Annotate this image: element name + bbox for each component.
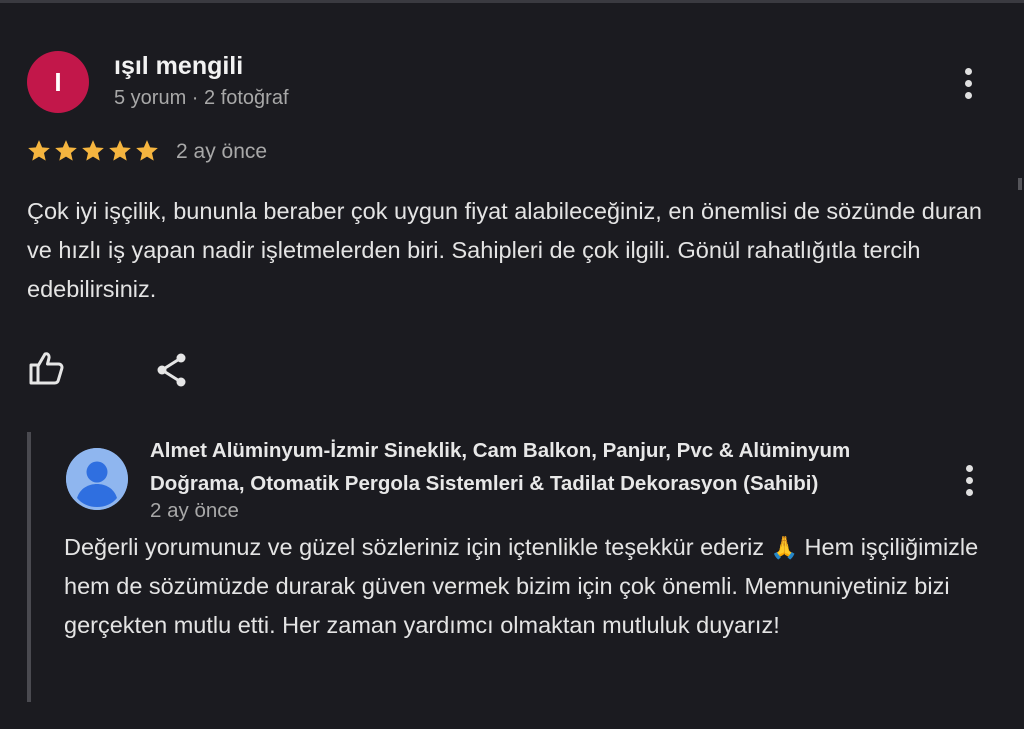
reply-more-button[interactable]	[958, 460, 980, 500]
more-vert-icon	[965, 464, 973, 472]
more-vert-dot	[964, 91, 972, 99]
reply-text-start: Değerli yorumunuz ve güzel sözleriniz iç…	[64, 534, 765, 560]
reply-time: 2 ay önce	[150, 499, 239, 522]
star-icon	[82, 140, 104, 161]
reviewer-avatar[interactable]: I	[27, 51, 89, 113]
review-more-button[interactable]	[957, 63, 979, 103]
more-vert-dot	[965, 488, 973, 496]
star-icon	[109, 140, 131, 161]
owner-reply: Almet Alüminyum-İzmir Sineklik, Cam Balk…	[27, 432, 1001, 702]
reviewer-name[interactable]: ışıl mengili	[114, 52, 243, 81]
more-vert-icon	[964, 67, 972, 75]
scrollbar-thumb[interactable]	[1018, 178, 1022, 190]
thumb-up-icon	[29, 352, 64, 385]
owner-avatar[interactable]	[66, 448, 128, 510]
like-button[interactable]	[27, 348, 67, 388]
praying-hands-emoji: 🙏	[770, 535, 799, 560]
review-time: 2 ay önce	[176, 140, 268, 163]
reviewer-meta: 5 yorum · 2 fotoğraf	[114, 87, 289, 109]
owner-name: Almet Alüminyum-İzmir Sineklik, Cam Balk…	[150, 439, 851, 495]
person-icon	[66, 448, 128, 510]
avatar-initial: I	[54, 66, 62, 97]
review-text: Çok iyi işçilik, bununla beraber çok uyg…	[27, 198, 982, 302]
star-icon	[55, 140, 77, 161]
star-rating	[26, 138, 160, 164]
reply-text: Değerli yorumunuz ve güzel sözleriniz iç…	[64, 528, 994, 645]
star-icon	[136, 140, 158, 161]
star-icon	[28, 140, 50, 161]
more-vert-dot	[965, 476, 973, 484]
review-card: I ışıl mengili 5 yorum · 2 fotoğraf 2 ay…	[0, 0, 1024, 729]
share-button[interactable]	[153, 350, 193, 390]
more-vert-dot	[964, 79, 972, 87]
share-icon	[157, 353, 186, 387]
